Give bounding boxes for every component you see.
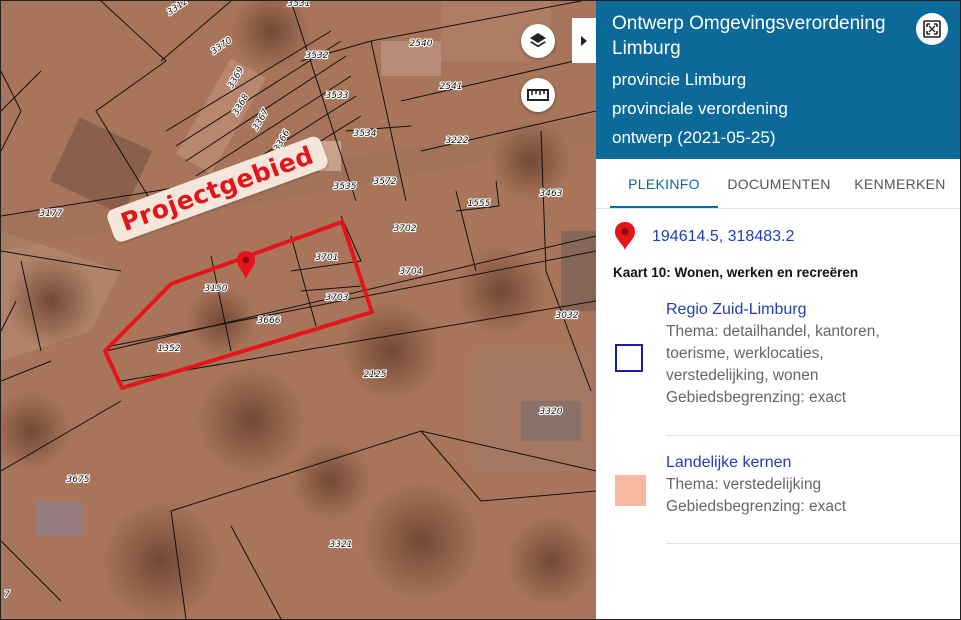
tab-documenten[interactable]: DOCUMENTEN — [724, 159, 834, 206]
document-title: Ontwerp Omgevingsverordening Limburg — [612, 13, 886, 59]
parcel-number-label: 3150 — [205, 284, 228, 294]
legend-description: Thema: detailhandel, kantoren, toerisme,… — [666, 321, 880, 409]
fullscreen-button[interactable] — [916, 13, 948, 45]
parcel-number-label: 3535 — [334, 182, 357, 192]
legend-title-regio-zuid-limburg[interactable]: Regio Zuid-Limburg — [666, 301, 807, 319]
parcel-number-label: 3702 — [394, 224, 417, 234]
parcel-number-label: 2541 — [440, 82, 463, 92]
divider — [666, 435, 960, 436]
legend-title-landelijke-kernen[interactable]: Landelijke kernen — [666, 454, 791, 472]
chevron-right-icon — [581, 35, 587, 46]
legend-text-line: verstedelijking, wonen — [666, 367, 819, 384]
panel-tabs: PLEKINFO DOCUMENTEN KENMERKEN — [596, 159, 960, 209]
parcel-number-label: 3032 — [556, 311, 579, 321]
parcel-number-label: 3534 — [354, 129, 377, 139]
legend-text-line: toerisme, werklocaties, — [666, 345, 824, 362]
layers-button[interactable] — [521, 24, 555, 58]
location-marker-icon — [615, 222, 635, 250]
legend-text-line: Gebiedsbegrenzing: exact — [666, 498, 847, 515]
parcel-number-label: 3320 — [540, 407, 563, 417]
header-line-status: ontwerp (2021-05-25) — [612, 128, 776, 147]
parcel-number-label: 2125 — [364, 370, 387, 380]
parcel-number-label: 3463 — [540, 189, 563, 199]
parcel-number-label: 3666 — [258, 316, 281, 326]
layers-icon — [530, 33, 546, 48]
divider — [666, 543, 960, 544]
tab-kenmerken[interactable]: KENMERKEN — [850, 159, 950, 206]
parcel-number-label: 3701 — [316, 253, 339, 263]
header-line-province: provincie Limburg — [612, 70, 747, 89]
map-view[interactable]: 3312 3531 3370 3532 2540 3369 3368 3533 2541 3367… — [1, 1, 596, 619]
parcel-number-label: 3704 — [400, 267, 423, 277]
parcel-number-label: 3572 — [374, 177, 397, 187]
panel-header: Ontwerp Omgevingsverordening Limburg pro… — [596, 1, 960, 159]
legend-swatch-outline — [615, 344, 643, 372]
screenshot-frame: 3312 3531 3370 3532 2540 3369 3368 3533 2541 3367… — [0, 0, 961, 620]
header-line-type: provinciale verordening — [612, 99, 788, 118]
parcel-number-label: 3222 — [446, 136, 469, 146]
parcel-number-label: 1555 — [468, 199, 491, 209]
parcel-number-label: 3177 — [40, 209, 63, 219]
legend-text-line: Thema: verstedelijking — [666, 476, 822, 493]
kaart-title: Kaart 10: Wonen, werken en recreëren — [613, 265, 859, 280]
aerial-map[interactable]: 3312 35313370 3532254033693368 353325413367… — [1, 1, 596, 619]
parcel-number-label: 3703 — [326, 293, 349, 303]
measure-button[interactable] — [521, 78, 555, 112]
parcel-number-label: 7 — [4, 590, 10, 600]
fullscreen-icon — [923, 20, 941, 38]
parcel-number-label: 2540 — [410, 39, 433, 49]
coordinates-link[interactable]: 194614.5, 318483.2 — [652, 228, 794, 246]
parcel-number-label: 3531 — [288, 1, 311, 9]
legend-text-line: Gebiedsbegrenzing: exact — [666, 389, 847, 406]
parcel-number-label: 1352 — [158, 344, 181, 354]
legend-description: Thema: verstedelijking Gebiedsbegrenzing… — [666, 474, 846, 518]
ruler-icon — [527, 89, 549, 101]
parcel-number-label: 3532 — [306, 51, 329, 61]
legend-text-line: Thema: detailhandel, kantoren, — [666, 323, 880, 340]
legend-swatch-fill — [615, 475, 646, 506]
parcel-number-label: 3321 — [330, 540, 353, 550]
parcel-number-label: 3533 — [326, 91, 349, 101]
collapse-panel-button[interactable] — [572, 18, 596, 63]
parcel-number-label: 3675 — [67, 475, 90, 485]
tab-plekinfo[interactable]: PLEKINFO — [610, 159, 718, 208]
